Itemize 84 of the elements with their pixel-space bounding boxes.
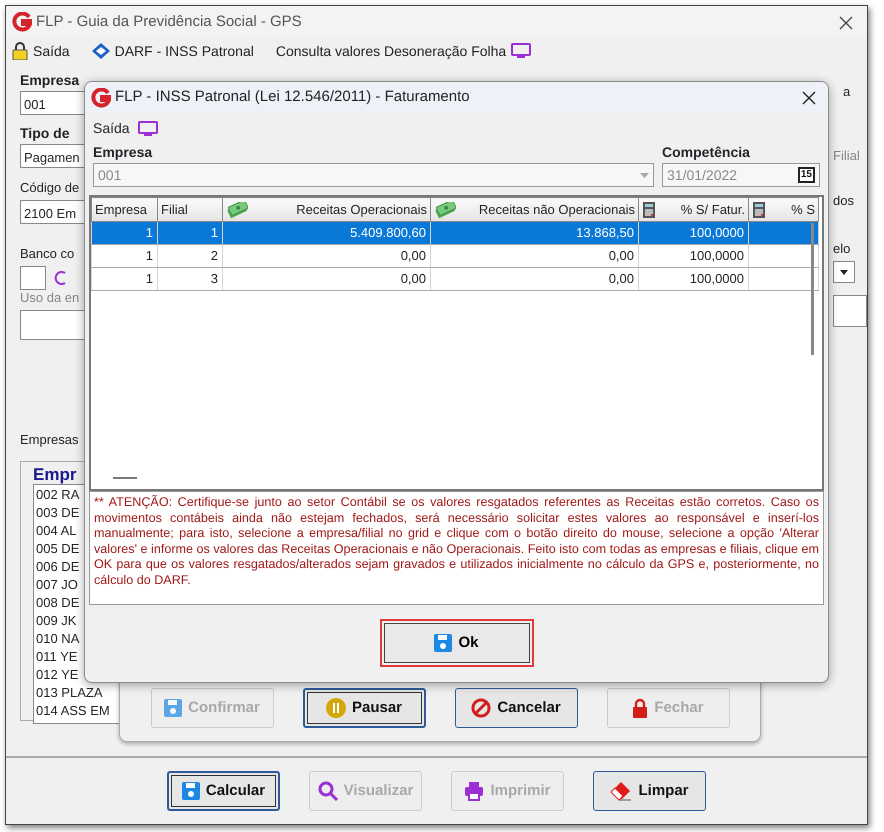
input-field[interactable]: Pagamen	[20, 144, 86, 168]
calculator-icon	[752, 200, 766, 218]
field-label: Tipo de	[20, 124, 71, 143]
table-cell: 1	[92, 222, 158, 244]
grid-row[interactable]: 1 1 5.409.800,60 13.868,50 100,0000	[92, 222, 818, 244]
input-field[interactable]	[20, 266, 46, 290]
caret-icon	[640, 172, 649, 178]
pause-button[interactable]: Pausar	[302, 688, 426, 728]
table-cell: 5.409.800,60	[222, 222, 430, 244]
field-label: Empresa	[93, 143, 154, 162]
table-cell: 100,0000	[638, 268, 748, 290]
logo-icon	[91, 88, 111, 108]
list-header: Empr	[33, 466, 78, 484]
scrollbar[interactable]	[113, 477, 137, 479]
date-field[interactable]: 31/01/2022 15	[662, 163, 820, 187]
calendar-button[interactable]: 15	[798, 167, 815, 183]
table-cell: 1	[92, 244, 158, 268]
input-field[interactable]	[833, 295, 867, 327]
ok-button[interactable]: Ok	[384, 623, 530, 663]
close-icon	[839, 16, 853, 30]
printer-icon	[464, 781, 484, 801]
list-item[interactable]: 013 PLAZA	[36, 684, 122, 702]
dropdown[interactable]	[833, 261, 855, 283]
dialog-title: FLP - INSS Patronal (Lei 12.546/2011) - Faturamento	[115, 87, 470, 108]
table-cell: 1	[158, 222, 222, 244]
lock-icon	[12, 42, 28, 60]
field-label: dos	[833, 192, 855, 210]
table-cell: 0,00	[222, 244, 430, 268]
table-cell	[748, 222, 818, 244]
table-cell: 100,0000	[638, 222, 748, 244]
table-cell: 0,00	[430, 244, 638, 268]
table-cell: 100,0000	[638, 244, 748, 268]
field-label: Uso da en	[20, 289, 80, 307]
column-header[interactable]: % S	[748, 198, 818, 222]
lock-icon	[632, 698, 648, 718]
cancel-icon	[471, 698, 492, 718]
field-label: Filial	[833, 146, 861, 164]
monitor-icon	[511, 43, 532, 59]
clear-button[interactable]: Limpar	[593, 771, 706, 811]
pause-icon	[326, 698, 346, 718]
calculator-icon	[642, 200, 656, 218]
input-field[interactable]: 2100 Em	[20, 200, 86, 224]
field-label: a	[843, 83, 852, 101]
column-header[interactable]: Filial	[158, 198, 222, 222]
scrollbar[interactable]	[811, 223, 814, 355]
field-label: Banco co	[20, 244, 76, 262]
field-label: Competência	[662, 143, 751, 162]
table-cell: 0,00	[222, 268, 430, 290]
field-label: elo	[833, 240, 852, 258]
field-label: Empresa	[20, 71, 80, 90]
money-icon	[434, 202, 456, 218]
data-grid[interactable]: Empresa Filial Receitas Operacionais Receitas não Operacionais % S/ Fatur. % S 1 1 5.409.800,60 13.868,50 100,0000 1 2 0,00 0,00 100,0000 1 3 0,00 0,00 100,0000	[89, 195, 824, 491]
table-cell: 13.868,50	[430, 222, 638, 244]
monitor-icon	[138, 120, 158, 136]
logo-icon	[12, 12, 32, 32]
table-cell: 3	[158, 268, 222, 290]
table-cell: 1	[92, 268, 158, 290]
column-header[interactable]: Empresa	[92, 198, 158, 222]
menu-item[interactable]: Saída	[33, 40, 70, 62]
menu-item[interactable]: DARF - INSS Patronal	[114, 40, 254, 62]
caret-icon	[840, 270, 848, 274]
list-item[interactable]: 014 ASS EM	[36, 702, 122, 720]
search-icon	[318, 781, 338, 801]
column-header[interactable]: % S/ Fatur.	[638, 198, 748, 222]
grid-row[interactable]: 1 3 0,00 0,00 100,0000	[92, 268, 818, 290]
column-header[interactable]: Receitas não Operacionais	[430, 198, 638, 222]
menu-item[interactable]: Consulta valores Desoneração Folha	[276, 40, 506, 62]
money-icon	[226, 202, 248, 218]
save-button[interactable]: Calcular	[167, 771, 280, 811]
diamond-logo-icon	[92, 43, 110, 59]
warning-text: ** ATENÇÃO: Certifique-se junto ao setor Contábil se os valores resgatados referentes as Receitas estão corretos. Caso os movimentos contábeis ainda não estejam fechados, será necessário solicitar estes valores ao responsável e inserí-los manualmente; para isto, selecione a empresa/filial no grid e clique com o botão direito do mouse, selecione a opção 'Alterar valores' e informe os valores das Receitas Operacionais e não Operacionais. Feito isto com todas as empresas e filiais, clique em OK para que os valores resgatados/alterados sejam gravados e utilizados inicialmente no cálculo da GPS e, posteriormente, no cálculo do DARF.	[89, 491, 824, 605]
tab[interactable]: Empresas	[20, 430, 86, 449]
close-icon	[802, 91, 816, 106]
table-cell: 2	[158, 244, 222, 268]
table-cell: 0,00	[430, 268, 638, 290]
field-label: Código de	[20, 179, 80, 197]
input-field[interactable]: 001	[20, 91, 86, 115]
eraser-icon	[610, 781, 632, 801]
menu-item[interactable]: Saída	[93, 118, 130, 139]
window-title: FLP - Guia da Previdência Social - GPS	[36, 12, 302, 32]
input-field[interactable]	[20, 310, 86, 340]
column-header[interactable]: Receitas Operacionais	[222, 198, 430, 222]
grid-row[interactable]: 1 2 0,00 0,00 100,0000	[92, 244, 818, 268]
cancel-button[interactable]: Cancelar	[454, 688, 578, 728]
